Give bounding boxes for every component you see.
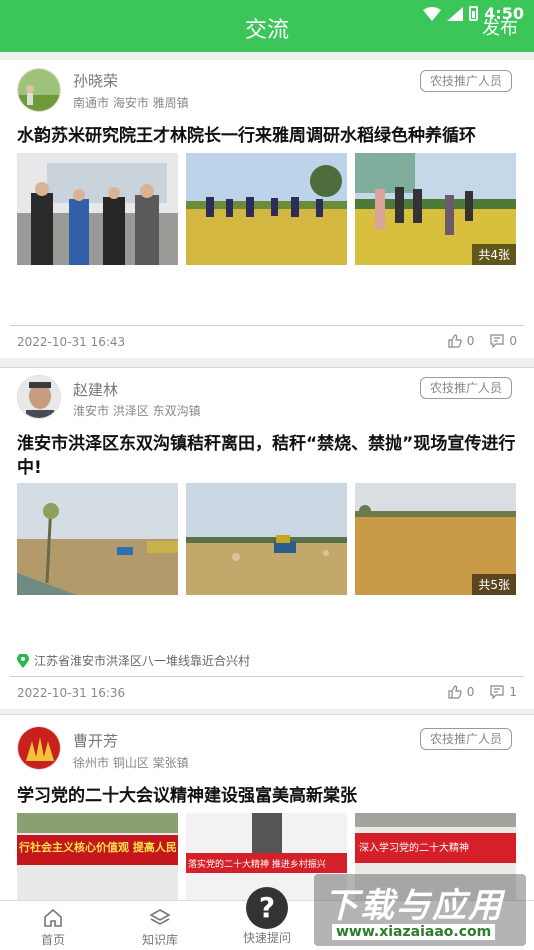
post-title[interactable]: 水韵苏米研究院王才林院长一行来雅周调研水稻绿色种养循环 xyxy=(17,124,521,148)
divider xyxy=(0,367,534,368)
post-card[interactable]: 曹开芳 徐州市 铜山区 棠张镇 农技推广人员 学习党的二十大会议精神建设强富美高… xyxy=(0,714,534,900)
like-button[interactable]: 0 xyxy=(448,685,475,699)
post-photo[interactable]: 共4张 xyxy=(355,153,516,265)
thumbs-up-icon xyxy=(448,334,462,348)
post-photo[interactable] xyxy=(17,483,178,595)
nav-home[interactable]: 首页 xyxy=(3,901,103,948)
avatar[interactable] xyxy=(17,726,61,770)
divider xyxy=(10,676,524,677)
post-title[interactable]: 淮安市洪泽区东双沟镇秸秆离田，秸秆“禁烧、禁抛”现场宣传进行中! xyxy=(17,432,521,480)
battery-icon xyxy=(469,6,479,21)
avatar[interactable] xyxy=(17,375,61,419)
post-photo[interactable]: 共5张 xyxy=(355,483,516,595)
signal-icon xyxy=(447,6,464,21)
watermark-url: www.xiazaiaao.com xyxy=(332,924,496,940)
photo-count-badge: 共5张 xyxy=(472,574,516,595)
comment-count: 1 xyxy=(509,685,517,699)
location-pin-icon xyxy=(17,653,29,668)
nav-label: 快速提问 xyxy=(242,931,291,945)
status-time: 4:50 xyxy=(484,4,524,23)
author-name: 赵建林 xyxy=(73,381,119,399)
banner-text: 行社会主义核心价值观 提高人民道德水准 xyxy=(19,841,176,854)
avatar[interactable] xyxy=(17,68,61,112)
comment-button[interactable]: 0 xyxy=(490,334,517,348)
comment-count: 0 xyxy=(509,334,517,348)
nav-knowledge[interactable]: 知识库 xyxy=(110,901,210,948)
post-title[interactable]: 学习党的二十大会议精神建设强富美高新棠张 xyxy=(17,784,521,808)
author-name: 曹开芳 xyxy=(73,732,119,750)
watermark-text: 下载与应用 xyxy=(324,886,504,926)
nav-quick-question[interactable]: ? 快速提问 xyxy=(217,887,317,946)
banner-text: 落实党的二十大精神 推进乡村振兴 xyxy=(188,860,326,870)
role-tag: 农技推广人员 xyxy=(419,377,512,399)
divider xyxy=(0,714,534,715)
nav-label: 知识库 xyxy=(141,933,178,947)
divider xyxy=(10,325,524,326)
comment-icon xyxy=(490,685,504,699)
thumbs-up-icon xyxy=(448,685,462,699)
post-card[interactable]: 孙晓荣 南通市 海安市 雅周镇 农技推广人员 水韵苏米研究院王才林院长一行来雅周… xyxy=(0,60,534,358)
like-button[interactable]: 0 xyxy=(448,334,475,348)
status-bar: 4:50 xyxy=(423,4,524,23)
author-name: 孙晓荣 xyxy=(73,72,119,90)
layers-icon xyxy=(149,909,171,925)
post-photo[interactable] xyxy=(17,153,178,265)
post-date: 2022-10-31 16:36 xyxy=(17,686,126,700)
app-header: 4:50 交流 发布 xyxy=(0,0,534,52)
address-text: 江苏省淮安市洪泽区八一堆线靠近合兴村 xyxy=(34,654,251,668)
photo-count-badge: 共4张 xyxy=(472,244,516,265)
post-date: 2022-10-31 16:43 xyxy=(17,335,126,349)
post-photo[interactable]: 行社会主义核心价值观 提高人民道德水准 xyxy=(17,813,178,900)
author-location: 南通市 海安市 雅周镇 xyxy=(73,96,189,110)
post-stats: 0 1 xyxy=(448,685,517,699)
like-count: 0 xyxy=(466,685,475,699)
banner-text: 深入学习党的二十大精神 xyxy=(359,843,469,854)
post-stats: 0 0 xyxy=(448,334,517,348)
photo-grid[interactable]: 共5张 xyxy=(17,483,516,595)
author-location: 徐州市 铜山区 棠张镇 xyxy=(73,756,189,770)
post-feed[interactable]: 孙晓荣 南通市 海安市 雅周镇 农技推广人员 水韵苏米研究院王才林院长一行来雅周… xyxy=(0,52,534,900)
home-icon xyxy=(44,908,62,927)
author-location: 淮安市 洪泽区 东双沟镇 xyxy=(73,404,201,418)
post-address-line[interactable]: 江苏省淮安市洪泽区八一堆线靠近合兴村 xyxy=(17,652,250,669)
comment-icon xyxy=(490,334,504,348)
comment-button[interactable]: 1 xyxy=(490,685,517,699)
role-tag: 农技推广人员 xyxy=(419,728,512,750)
nav-label: 首页 xyxy=(40,933,65,947)
question-icon: ? xyxy=(246,887,288,929)
post-photo[interactable] xyxy=(186,153,347,265)
role-tag: 农技推广人员 xyxy=(419,70,512,92)
watermark-logo: 下载与应用 www.xiazaiaao.com xyxy=(314,874,526,946)
like-count: 0 xyxy=(466,334,475,348)
photo-grid[interactable]: 共4张 xyxy=(17,153,516,265)
wifi-icon xyxy=(423,6,442,21)
post-photo[interactable] xyxy=(186,483,347,595)
